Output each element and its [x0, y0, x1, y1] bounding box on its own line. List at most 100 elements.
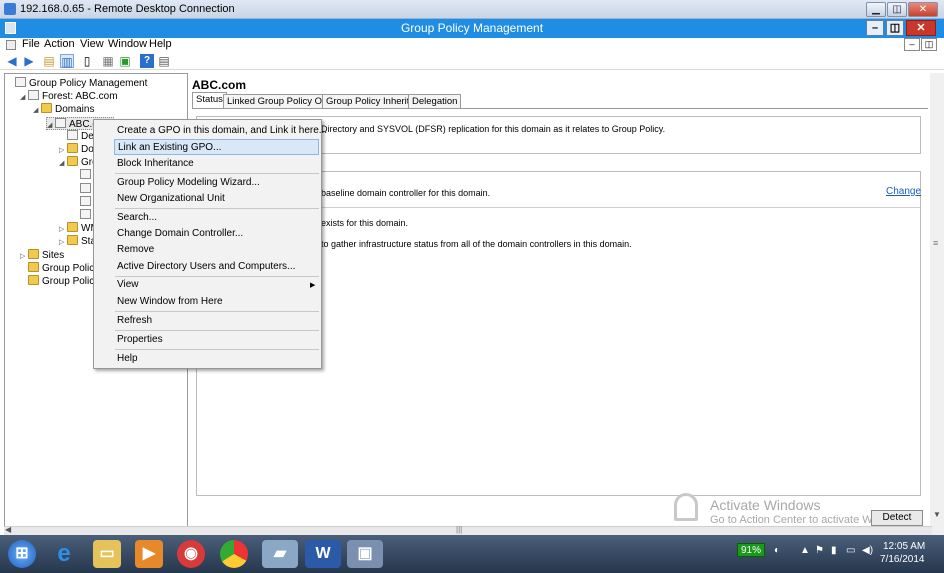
- clock-time[interactable]: 12:05 AM: [883, 541, 925, 552]
- file-explorer-icon[interactable]: ▭: [93, 540, 121, 568]
- ctx-link-existing-gpo[interactable]: Link an Existing GPO...: [114, 139, 319, 155]
- up-folder-icon[interactable]: ▤: [42, 54, 56, 68]
- back-arrow-icon[interactable]: ◀: [5, 54, 19, 68]
- tree-node-label: Forest: ABC.com: [42, 91, 118, 103]
- rdp-app-icon: [4, 3, 16, 15]
- tab-delegation[interactable]: Delegation: [408, 94, 462, 108]
- action-center-flag-icon[interactable]: ⚑: [815, 545, 824, 556]
- ctx-new-ou[interactable]: New Organizational Unit: [114, 191, 319, 207]
- media-player-icon[interactable]: ▶: [135, 540, 163, 568]
- mdi-window-button[interactable]: ◫: [921, 38, 937, 51]
- baseline-dc-text: baseline domain controller for this doma…: [321, 188, 491, 198]
- rdp-restore-button[interactable]: ◫: [887, 2, 907, 17]
- collapse-arrow-icon[interactable]: ◢: [47, 119, 55, 132]
- forest-icon: [28, 90, 39, 101]
- detect-now-button[interactable]: Detect Now: [871, 510, 923, 537]
- tree-node[interactable]: ◢ Forest: ABC.com: [20, 90, 118, 103]
- ctx-create-gpo-link[interactable]: Create a GPO in this domain, and Link it…: [114, 123, 327, 139]
- power-icon[interactable]: ▮: [831, 545, 837, 556]
- expand-arrow-icon[interactable]: ▷: [59, 223, 67, 236]
- ctx-change-dc[interactable]: Change Domain Controller...: [114, 226, 319, 242]
- gpm-restore-button[interactable]: ◫: [886, 20, 904, 36]
- menu-file[interactable]: File: [22, 38, 40, 50]
- toolbar: ◀ ▶ ▤ ▥ ▯ ▦ ▣ ? ▤: [0, 53, 944, 70]
- tree-node[interactable]: ◢ Domains: [33, 103, 94, 116]
- start-button-icon[interactable]: ⊞: [8, 540, 36, 568]
- collapse-arrow-icon[interactable]: ◢: [33, 104, 41, 117]
- network-icon[interactable]: ◐: [774, 545, 780, 556]
- collapse-arrow-icon[interactable]: ◢: [20, 91, 28, 104]
- tree-node[interactable]: ▷ Sites: [20, 248, 64, 263]
- ctx-search[interactable]: Search...: [114, 210, 319, 226]
- gpm-close-button[interactable]: ✕: [906, 20, 936, 36]
- ctx-ad-users-computers[interactable]: Active Directory Users and Computers...: [114, 259, 319, 275]
- scroll-down-arrow-icon[interactable]: ▼: [933, 510, 941, 519]
- ctx-remove[interactable]: Remove: [114, 242, 319, 258]
- ctx-block-inheritance[interactable]: Block Inheritance: [114, 156, 319, 172]
- tree-node[interactable]: Group Policy Management: [7, 77, 147, 90]
- ctx-modeling-wizard[interactable]: Group Policy Modeling Wizard...: [114, 175, 319, 191]
- ctx-properties[interactable]: Properties: [114, 332, 319, 348]
- tree-node-label: Group Policy: [42, 262, 100, 274]
- ctx-refresh[interactable]: Refresh: [114, 313, 319, 329]
- horizontal-scrollbar[interactable]: ◀ |||: [4, 525, 932, 535]
- menu-view[interactable]: View: [80, 38, 104, 50]
- tree-node[interactable]: Group Policy: [20, 275, 99, 288]
- rdp-close-button[interactable]: ✕: [908, 2, 938, 17]
- gpm-title-bar: Group Policy Management – ◫ ✕: [0, 19, 944, 38]
- change-link[interactable]: Change: [886, 186, 921, 197]
- ctx-separator: [115, 330, 319, 331]
- vertical-scrollbar[interactable]: ≡ ▼: [930, 73, 944, 535]
- gpo-link-icon: [67, 129, 78, 140]
- rdp-window-title: 192.168.0.65 - Remote Desktop Connection: [20, 3, 235, 15]
- forward-arrow-icon[interactable]: ▶: [22, 54, 36, 68]
- mdi-restore-button[interactable]: –: [904, 38, 920, 51]
- folder-icon: [67, 235, 78, 246]
- gpm-minimize-button[interactable]: –: [866, 20, 884, 36]
- ctx-separator: [115, 173, 319, 174]
- tab-status[interactable]: Status: [192, 92, 227, 109]
- chrome-icon[interactable]: [220, 540, 248, 568]
- scroll-left-arrow-icon[interactable]: ◀: [5, 525, 11, 534]
- action-pane-icon[interactable]: ▤: [157, 54, 171, 68]
- console-menu-icon[interactable]: [6, 40, 16, 50]
- folder-icon: [67, 222, 78, 233]
- ctx-new-window[interactable]: New Window from Here: [114, 294, 319, 310]
- ctx-help[interactable]: Help: [114, 351, 319, 367]
- menu-help[interactable]: Help: [149, 38, 172, 50]
- monitor-icon[interactable]: ▭: [846, 545, 855, 556]
- battery-indicator[interactable]: 91%: [737, 543, 765, 557]
- menu-action[interactable]: Action: [44, 38, 75, 50]
- volume-icon[interactable]: ◀): [862, 545, 873, 556]
- menu-bar: File Action View Window Help – ◫: [0, 38, 944, 52]
- status-exists-text: exists for this domain.: [321, 218, 409, 228]
- ie-icon[interactable]: e: [50, 540, 78, 568]
- expand-arrow-icon[interactable]: ▷: [59, 144, 67, 157]
- ctx-separator: [115, 349, 319, 350]
- collapse-arrow-icon[interactable]: ◢: [59, 157, 67, 170]
- word-icon[interactable]: W: [305, 540, 341, 568]
- show-hidden-icons-icon[interactable]: ▲: [800, 545, 810, 556]
- help-icon[interactable]: ?: [140, 54, 154, 68]
- export-list-icon[interactable]: ▦: [101, 54, 115, 68]
- rdp-minimize-button[interactable]: ▁: [866, 2, 886, 17]
- gather-status-text: to gather infrastructure status from all…: [321, 239, 632, 249]
- refresh-icon[interactable]: ▣: [118, 54, 132, 68]
- context-menu: Create a GPO in this domain, and Link it…: [93, 119, 327, 369]
- tree-node[interactable]: Group Policy: [20, 261, 100, 275]
- expand-arrow-icon[interactable]: ▷: [59, 236, 67, 249]
- ctx-view[interactable]: View: [114, 277, 319, 293]
- watermark-line2: Go to Action Center to activate Win: [710, 514, 882, 526]
- key-icon: [674, 493, 698, 521]
- sticky-notes-icon[interactable]: ▰: [262, 540, 298, 568]
- show-hide-tree-icon[interactable]: ▥: [60, 54, 74, 69]
- app-red-icon[interactable]: ◉: [177, 540, 205, 568]
- clock-date[interactable]: 7/16/2014: [880, 554, 925, 565]
- gpo-icon: [80, 169, 91, 180]
- gpo-icon: [80, 182, 91, 193]
- ctx-separator: [115, 208, 319, 209]
- properties-icon[interactable]: ▯: [80, 54, 94, 68]
- remote-desktop-icon[interactable]: ▣: [347, 540, 383, 568]
- expand-arrow-icon[interactable]: ▷: [20, 250, 28, 263]
- menu-window[interactable]: Window: [108, 38, 147, 50]
